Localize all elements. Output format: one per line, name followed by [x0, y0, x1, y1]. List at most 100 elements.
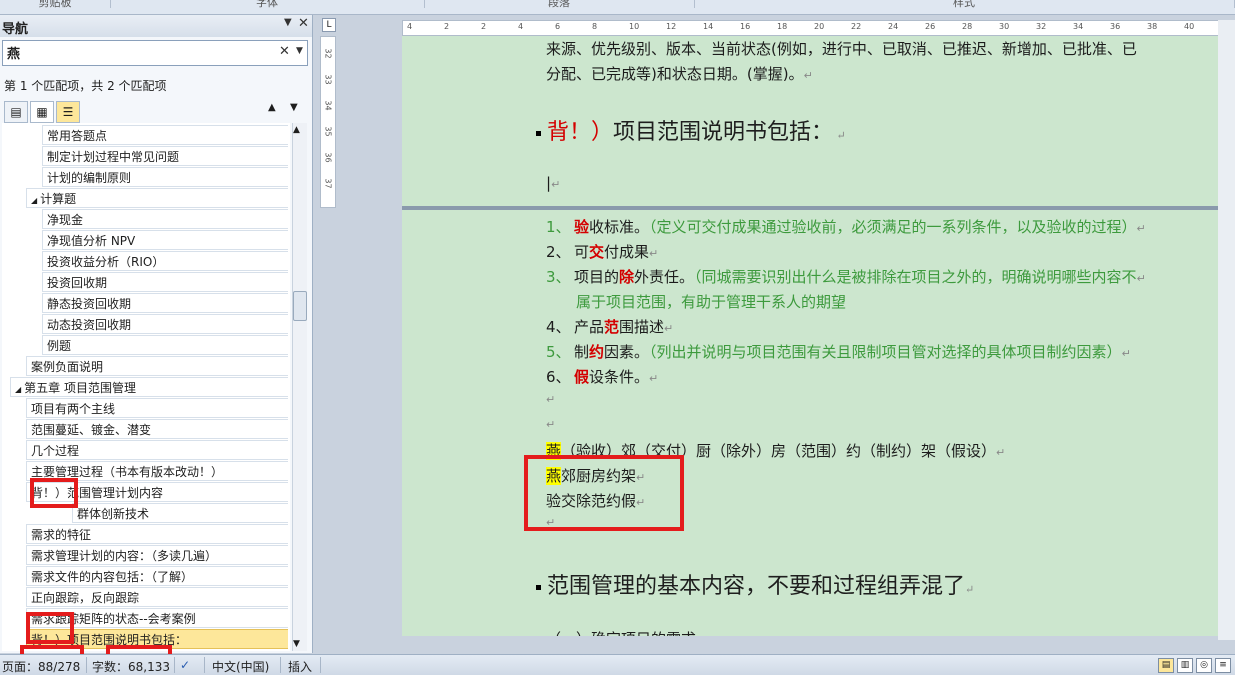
tree-item[interactable]: 动态投资回收期 [42, 314, 288, 334]
doc-line: 分配、已完成等)和状态日期。(掌握)。↵ [546, 65, 813, 83]
web-layout-icon[interactable]: ◎ [1196, 658, 1212, 673]
ribbon-group-paragraph[interactable]: 段落 [424, 0, 695, 9]
tree-item[interactable]: 需求的特征 [26, 524, 288, 544]
heading-tree: 常用答题点 制定计划过程中常见问题 计划的编制原则 ◢ 计算题 净现金 净现值分析 NPV 投… [2, 123, 290, 651]
tree-item[interactable]: 几个过程 [26, 440, 288, 460]
expand-caret-icon[interactable]: ◢ [15, 385, 21, 394]
tree-item[interactable]: 群体创新技术 [72, 503, 288, 523]
tab-headings[interactable]: ▤ [4, 101, 28, 123]
key-character: 除 [619, 268, 635, 286]
ruler-number: 34 [323, 100, 333, 111]
expand-caret-icon[interactable]: ◢ [31, 196, 37, 205]
search-input[interactable]: 燕 [7, 43, 20, 62]
search-box[interactable]: 燕 ✕ ▼ [2, 40, 308, 66]
list-item: 2、 可交付成果↵ [546, 241, 658, 262]
paragraph-mark: ↵ [803, 69, 813, 82]
ruler-tab-selector[interactable]: L [322, 18, 336, 32]
list-item: 6、 假设条件。↵ [546, 366, 658, 387]
tree-item[interactable]: 正向跟踪，反向跟踪 [26, 587, 288, 607]
tree-item-label: 计算题 [40, 192, 77, 206]
ruler-number: 16 [740, 22, 751, 31]
cut-off-line: （一）确定项目的需求 [546, 628, 696, 636]
ruler-number: 34 [1073, 22, 1084, 31]
tree-item[interactable]: 静态投资回收期 [42, 293, 288, 313]
ribbon-group-styles[interactable]: 样式 [694, 0, 1235, 9]
clear-search-icon[interactable]: ✕ [279, 44, 290, 59]
key-character: 假 [574, 368, 590, 386]
doc-line: 来源、优先级别、版本、当前状态(例如，进行中、已取消、已推迟、新增加、已批准、已 [546, 40, 1137, 58]
scroll-up-icon[interactable]: ▲ [293, 125, 300, 135]
tree-item[interactable]: ◢ 第五章 项目范围管理 [10, 377, 288, 397]
list-note: （同城需要识别出什么是被排除在项目之外的，明确说明哪些内容不 [694, 268, 1137, 286]
tree-item-label: 项目有两个主线 [31, 402, 116, 416]
scroll-down-icon[interactable]: ▼ [293, 639, 300, 649]
tree-item[interactable]: 常用答题点 [42, 125, 288, 145]
tree-item-label: 净现金 [47, 213, 84, 227]
horizontal-ruler[interactable]: 4 2 2 4 6 8 10 12 14 16 18 20 22 24 26 28 30 32 34 36 38 40 [402, 20, 1230, 36]
tree-item[interactable]: 范围蔓延、镀金、潜变 [26, 419, 288, 439]
paragraph-mark: ↵ [1136, 222, 1146, 235]
tree-item[interactable]: 制定计划过程中常见问题 [42, 146, 288, 166]
annotation-box-memo [524, 455, 684, 531]
outline-view-icon[interactable]: ≡ [1215, 658, 1231, 673]
list-number: 3、 [546, 268, 571, 286]
ruler-number: 32 [323, 48, 333, 59]
tree-scrollbar[interactable] [292, 123, 307, 651]
ruler-number: 2 [444, 22, 450, 31]
tree-item[interactable]: 净现金 [42, 209, 288, 229]
annotation-box-tree-highlight [26, 612, 74, 644]
status-divider [174, 657, 175, 673]
list-text: 制 [574, 343, 590, 361]
bullet [536, 584, 541, 590]
vertical-ruler: 32 33 34 35 36 37 [320, 36, 336, 208]
tree-item-label: 主要管理过程（书本有版本改动！） [31, 465, 224, 479]
key-character: 约 [589, 343, 605, 361]
insert-mode-indicator[interactable]: 插入 [288, 658, 312, 675]
tab-pages[interactable]: ▦ [30, 101, 54, 123]
ribbon-group-font[interactable]: 字体 [110, 0, 425, 9]
tree-item[interactable]: 投资回收期 [42, 272, 288, 292]
paragraph-mark: ↵ [649, 247, 659, 260]
list-note: （定义可交付成果通过验收前，必须满足的一系列条件，以及验收的过程） [649, 218, 1137, 236]
tree-item[interactable]: ◢ 计算题 [26, 188, 288, 208]
tree-item[interactable]: 计划的编制原则 [42, 167, 288, 187]
nav-header: 导航 ▼ ✕ [0, 15, 312, 37]
tree-item[interactable]: 需求管理计划的内容：（多读几遍） [26, 545, 288, 565]
tree-item[interactable]: 例题 [42, 335, 288, 355]
list-text: 付成果 [604, 243, 650, 261]
tree-item[interactable]: 项目有两个主线 [26, 398, 288, 418]
page-upper[interactable]: 来源、优先级别、版本、当前状态(例如，进行中、已取消、已推迟、新增加、已批准、已… [402, 36, 1235, 206]
search-options-icon[interactable]: ▼ [296, 46, 303, 56]
tree-item-label: 案例负面说明 [31, 360, 104, 374]
list-note: 属于项目范围，有助于管理干系人的期望 [576, 293, 847, 311]
ruler-number: 28 [962, 22, 973, 31]
tree-item[interactable]: 需求文件的内容包括：（了解） [26, 566, 288, 586]
tree-item[interactable]: 净现值分析 NPV [42, 230, 288, 250]
tree-item[interactable]: 投资收益分析（RIO） [42, 251, 288, 271]
ruler-number: 36 [323, 152, 333, 163]
document-scrollbar[interactable] [1218, 20, 1235, 640]
page-lower[interactable]: 1、 验收标准。（定义可交付成果通过验收前，必须满足的一系列条件，以及验收的过程）… [402, 210, 1235, 636]
page-count[interactable]: 页面：88/278 [2, 658, 80, 675]
previous-result-icon[interactable]: ▲ [268, 102, 276, 113]
ruler-number: 8 [592, 22, 598, 31]
tab-results[interactable]: ☰ [56, 101, 80, 123]
next-result-icon[interactable]: ▼ [290, 102, 298, 113]
full-screen-reading-icon[interactable]: ▥ [1177, 658, 1193, 673]
language-indicator[interactable]: 中文(中国) [212, 658, 269, 675]
section-heading: 背！）项目范围说明书包括： ↵ [536, 114, 846, 146]
tree-item-label: 正向跟踪，反向跟踪 [31, 591, 140, 605]
tree-item-label: 投资收益分析（RIO） [47, 255, 165, 269]
ribbon-group-clipboard[interactable]: 剪贴板 [0, 0, 111, 9]
close-icon[interactable]: ✕ [298, 16, 309, 31]
print-layout-view-icon[interactable]: ▤ [1158, 658, 1174, 673]
proofing-icon[interactable]: ✓ [180, 658, 190, 672]
tree-item[interactable]: 案例负面说明 [26, 356, 288, 376]
ruler-number: 33 [323, 74, 333, 85]
key-character: 交 [589, 243, 605, 261]
list-text: 可 [574, 243, 590, 261]
tree-scroll-thumb[interactable] [293, 291, 307, 321]
tree-item-label: 计划的编制原则 [47, 171, 132, 185]
nav-options-dropdown-icon[interactable]: ▼ [284, 17, 292, 28]
word-count[interactable]: 字数：68,133 [92, 658, 170, 675]
